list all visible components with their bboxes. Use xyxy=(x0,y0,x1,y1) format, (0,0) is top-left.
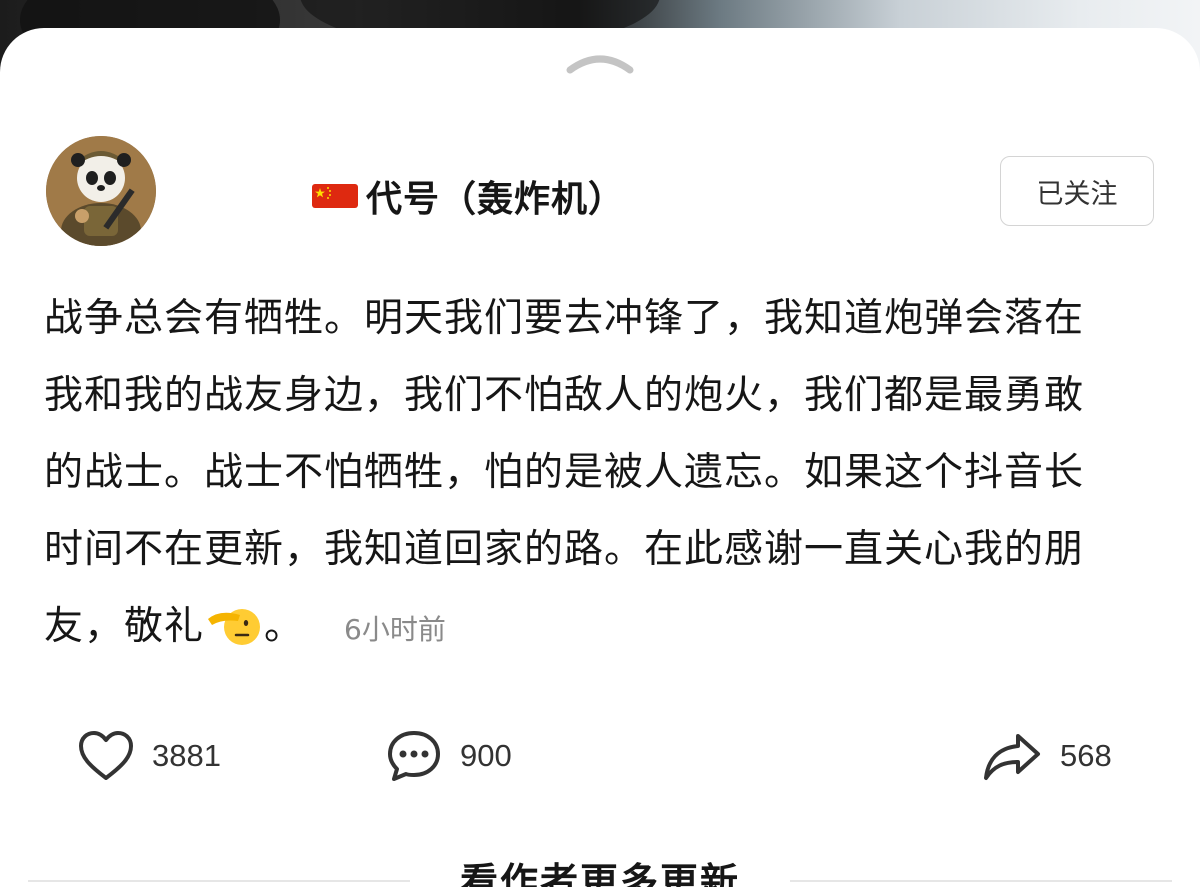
divider-left xyxy=(28,880,410,882)
post-timestamp: 6小时前 xyxy=(344,613,446,646)
avatar[interactable] xyxy=(46,136,156,246)
author-name[interactable]: 代号（轰炸机） xyxy=(366,170,625,222)
panda-soldier-avatar-icon xyxy=(46,136,156,246)
post-text: 战争总会有牺牲。明天我们要去冲锋了，我知道炮弹会落在 我和我的战友身边，我们不怕… xyxy=(44,280,1144,668)
comment-count: 900 xyxy=(460,738,512,773)
post-text-line: 战争总会有牺牲。明天我们要去冲锋了，我知道炮弹会落在 xyxy=(44,296,1085,341)
divider-right xyxy=(790,880,1172,882)
saluting-face-icon xyxy=(208,609,261,645)
like-action[interactable]: 3881 xyxy=(78,726,221,786)
share-count: 568 xyxy=(1060,738,1112,773)
heart-icon[interactable] xyxy=(78,730,134,782)
post-text-segment: 友，敬礼 xyxy=(44,604,205,649)
post-text-last-line: 友，敬礼 。 6小时前 xyxy=(44,588,1144,668)
following-button[interactable]: 已关注 xyxy=(1000,156,1154,226)
author-info: 代号（轰炸机） xyxy=(312,168,625,224)
post-text-line: 我和我的战友身边，我们不怕敌人的炮火，我们都是最勇敢 xyxy=(44,373,1085,418)
china-flag-icon xyxy=(312,184,358,208)
comment-action[interactable]: 900 xyxy=(386,726,512,786)
like-count: 3881 xyxy=(152,738,221,773)
post-text-line: 的战士。战士不怕牺牲，怕的是被人遗忘。如果这个抖音长 xyxy=(44,450,1085,495)
post-text-line: 时间不在更新，我知道回家的路。在此感谢一直关心我的朋 xyxy=(44,527,1085,572)
post-detail-sheet: 代号（轰炸机） 已关注 战争总会有牺牲。明天我们要去冲锋了，我知道炮弹会落在 我… xyxy=(0,28,1200,887)
collapse-handle-icon[interactable] xyxy=(566,52,634,74)
share-action[interactable]: 568 xyxy=(982,726,1112,786)
post-text-segment: 。 xyxy=(264,604,305,649)
more-updates-link[interactable]: 看作者更多更新 xyxy=(420,851,780,887)
share-arrow-icon[interactable] xyxy=(982,730,1042,782)
comment-bubble-icon[interactable] xyxy=(386,729,442,783)
